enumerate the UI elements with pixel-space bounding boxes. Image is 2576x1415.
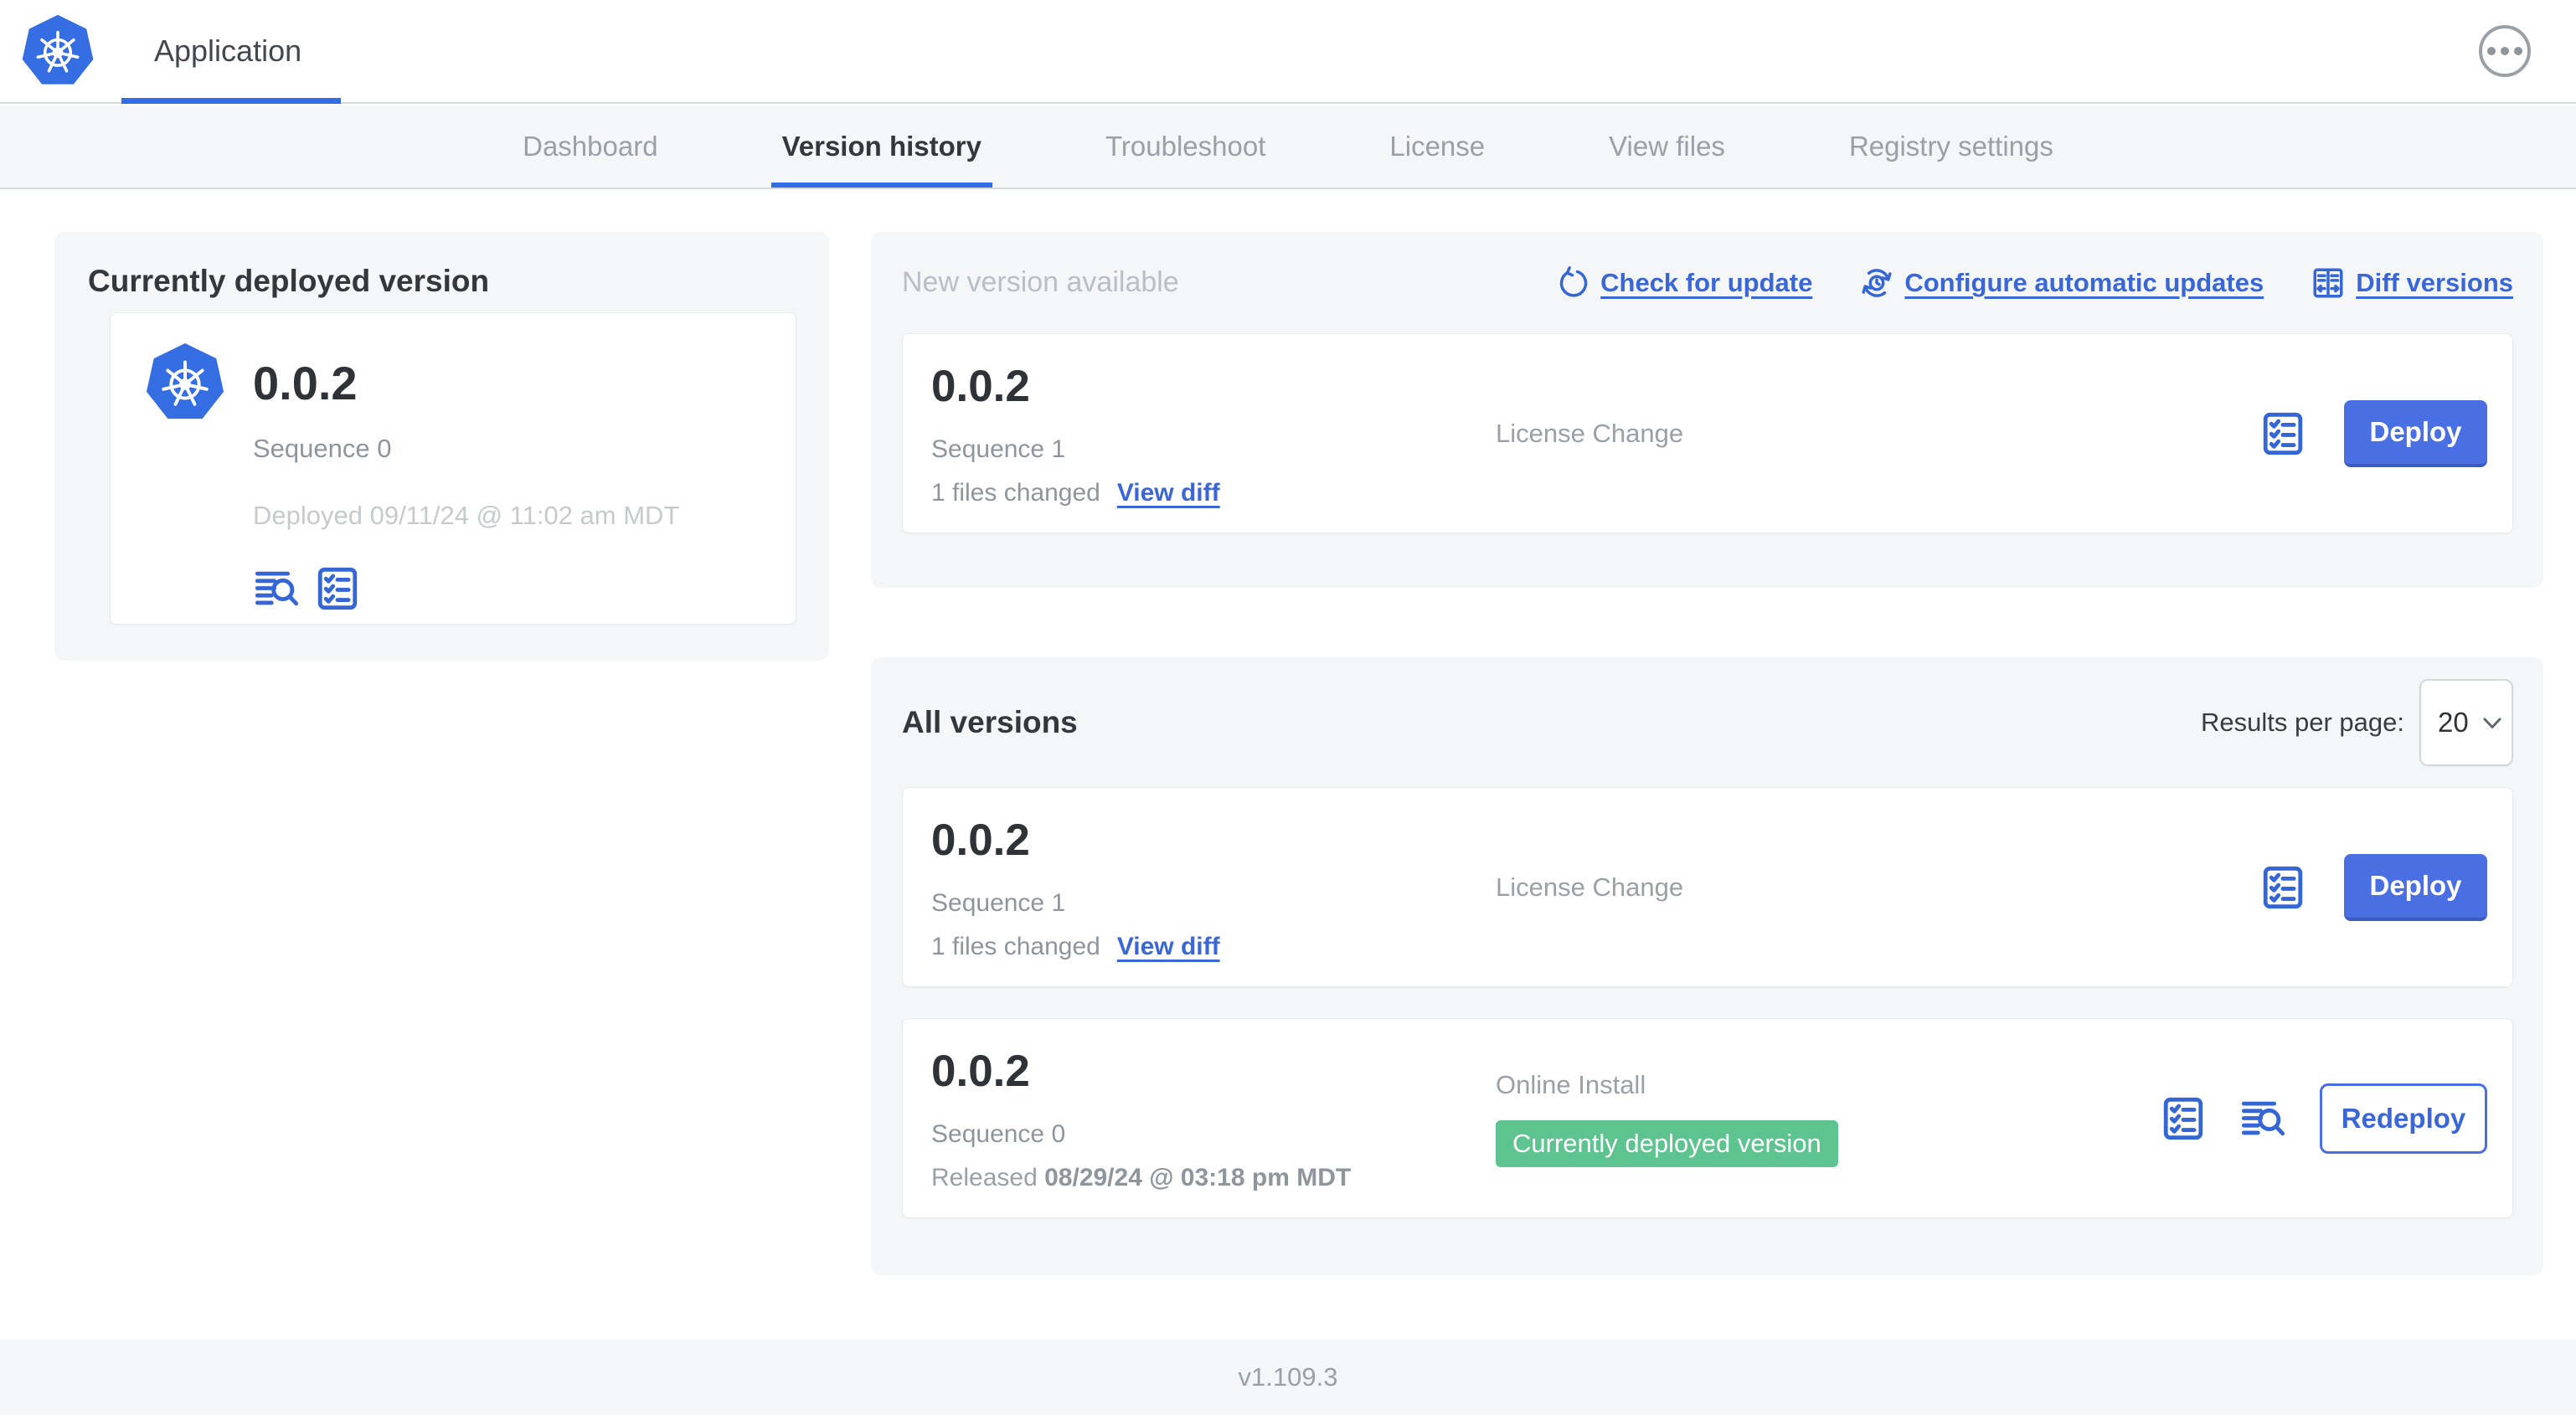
currently-deployed-title: Currently deployed version [88, 264, 490, 298]
ellipsis-icon [2501, 47, 2509, 55]
version-number: 0.0.2 [931, 1047, 1030, 1096]
deploy-button[interactable]: Deploy [2344, 399, 2487, 467]
tab-version-history[interactable]: Version history [770, 105, 993, 188]
version-source-label: Online Install [1496, 1069, 1646, 1099]
view-diff-link[interactable]: View diff [1117, 479, 1220, 507]
version-number: 0.0.2 [931, 816, 1030, 865]
results-per-page-select[interactable]: 20 [2419, 678, 2513, 766]
new-version-card: 0.0.2 Sequence 1 1 files changed View di… [902, 333, 2513, 533]
version-number: 0.0.2 [931, 362, 1030, 411]
chevron-down-icon [2483, 718, 2501, 729]
ellipsis-icon [2514, 47, 2522, 55]
nav-tabs: Dashboard Version history Troubleshoot L… [0, 105, 2576, 189]
version-row-sequence-0: 0.0.2 Sequence 0 Released 08/29/24 @ 03:… [902, 1018, 2513, 1218]
refresh-icon [1555, 265, 1590, 301]
files-changed-label: 1 files changed [931, 479, 1100, 507]
deploy-button[interactable]: Deploy [2344, 853, 2487, 921]
diff-versions-link[interactable]: Diff versions [2311, 265, 2513, 301]
preflight-checks-icon[interactable] [2259, 863, 2307, 912]
version-sequence: Sequence 1 [931, 435, 1066, 463]
tab-view-files[interactable]: View files [1609, 105, 1725, 188]
deployed-version-number: 0.0.2 [253, 357, 358, 409]
version-row-sequence-1: 0.0.2 Sequence 1 1 files changed View di… [902, 787, 2513, 987]
currently-deployed-badge: Currently deployed version [1496, 1119, 1838, 1167]
all-versions-title: All versions [902, 704, 1078, 739]
preflight-checks-icon[interactable] [313, 564, 362, 613]
kubernetes-app-icon [144, 342, 226, 424]
redeploy-button[interactable]: Redeploy [2320, 1083, 2487, 1154]
deploy-logs-icon[interactable] [253, 564, 301, 613]
all-versions-panel: All versions Results per page: 20 0.0.2 … [871, 657, 2543, 1275]
app-header: Application [0, 0, 2576, 104]
active-app-underline [121, 98, 341, 104]
results-per-page-label: Results per page: [2201, 707, 2404, 737]
kubernetes-logo-icon [20, 13, 95, 89]
version-sequence: Sequence 0 [931, 1120, 1066, 1148]
tab-troubleshoot[interactable]: Troubleshoot [1105, 105, 1265, 188]
app-title-tab[interactable]: Application [154, 0, 301, 102]
version-source-label: License Change [1496, 418, 1684, 448]
version-history-page: Application Dashboard Version history Tr… [0, 0, 2576, 1415]
version-source-label: License Change [1496, 872, 1684, 902]
currently-deployed-card: 0.0.2 Sequence 0 Deployed 09/11/24 @ 11:… [110, 312, 796, 625]
new-version-heading: New version available [902, 266, 1179, 298]
new-version-panel: New version available Check for update C… [871, 232, 2543, 588]
tab-dashboard[interactable]: Dashboard [523, 105, 657, 188]
preflight-checks-icon[interactable] [2259, 409, 2307, 458]
files-changed-label: 1 files changed [931, 933, 1100, 960]
diff-icon [2311, 265, 2346, 301]
more-options-button[interactable] [2479, 25, 2531, 77]
tab-license[interactable]: License [1389, 105, 1485, 188]
preflight-checks-icon[interactable] [2159, 1094, 2208, 1143]
released-timestamp: Released 08/29/24 @ 03:18 pm MDT [931, 1164, 1352, 1191]
auto-update-clock-icon [1859, 265, 1894, 301]
deployed-sequence: Sequence 0 [253, 434, 392, 463]
currently-deployed-panel: Currently deployed version 0.0.2 Sequenc… [54, 232, 829, 661]
deployed-timestamp: Deployed 09/11/24 @ 11:02 am MDT [253, 501, 680, 530]
page-footer: v1.109.3 [0, 1340, 2576, 1415]
tab-registry-settings[interactable]: Registry settings [1849, 105, 2053, 188]
check-for-update-link[interactable]: Check for update [1555, 265, 1812, 301]
admin-console-version: v1.109.3 [1238, 1362, 1338, 1392]
version-sequence: Sequence 1 [931, 889, 1066, 917]
view-diff-link[interactable]: View diff [1117, 933, 1220, 961]
deploy-logs-icon[interactable] [2239, 1094, 2288, 1143]
ellipsis-icon [2487, 47, 2496, 55]
configure-automatic-updates-link[interactable]: Configure automatic updates [1859, 265, 2264, 301]
